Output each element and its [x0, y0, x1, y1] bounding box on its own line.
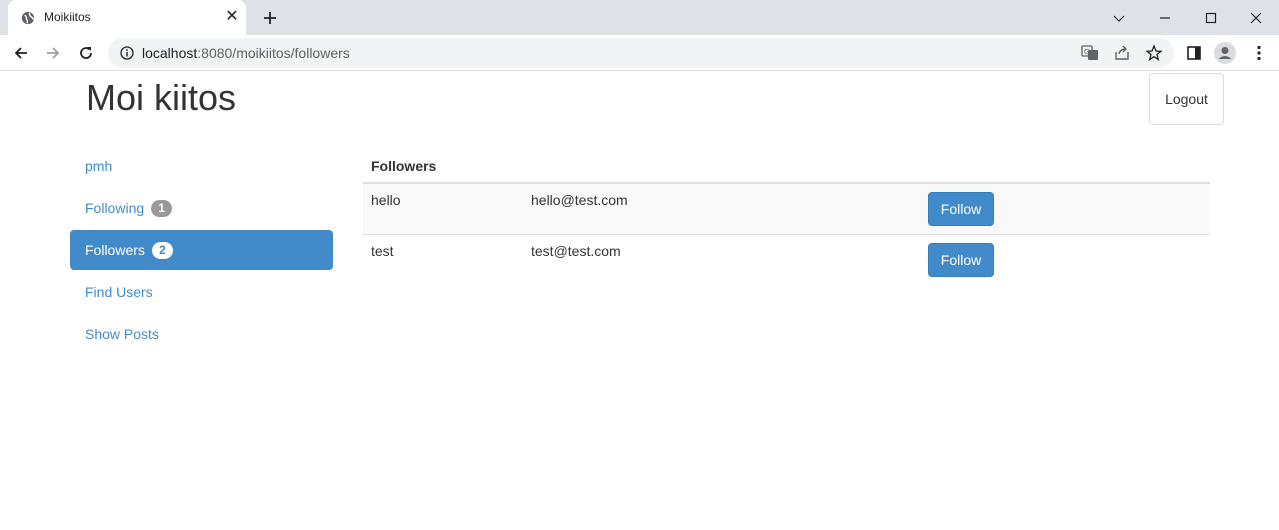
brand-title[interactable]: Moi kiitos	[86, 77, 236, 119]
follow-button[interactable]: Follow	[928, 243, 994, 277]
profile-icon[interactable]	[1214, 42, 1236, 64]
sidebar-item-label: Find Users	[85, 284, 153, 300]
column-header-empty	[523, 147, 920, 184]
follow-button[interactable]: Follow	[928, 192, 994, 226]
action-cell: Follow	[920, 234, 1210, 286]
browser-tab[interactable]: Moikiitos ✕	[8, 0, 246, 35]
follower-email: hello@test.com	[523, 182, 920, 235]
side-panel-icon[interactable]	[1183, 42, 1205, 64]
minimize-icon[interactable]	[1142, 0, 1188, 35]
sidebar-item-label: Show Posts	[85, 326, 159, 342]
follower-email: test@test.com	[523, 234, 920, 286]
url-text: localhost:8080/moikiitos/followers	[142, 45, 350, 61]
table-row: hello hello@test.com Follow	[363, 182, 1210, 235]
globe-icon	[21, 11, 35, 25]
table-header-row: Followers	[363, 147, 1210, 184]
svg-text:G: G	[1084, 48, 1089, 56]
page-content: Moi kiitos Logout pmh Following 1 Follow…	[0, 72, 1279, 530]
sidebar-item-label: pmh	[85, 158, 113, 174]
logout-button[interactable]: Logout	[1149, 73, 1224, 125]
maximize-icon[interactable]	[1188, 0, 1234, 35]
star-icon[interactable]	[1145, 44, 1163, 62]
menu-icon[interactable]	[1248, 42, 1270, 64]
column-header-empty	[920, 147, 1210, 184]
column-header: Followers	[363, 147, 523, 184]
plus-icon[interactable]	[260, 8, 280, 28]
tab-title: Moikiitos	[44, 10, 91, 24]
sidebar-item-following[interactable]: Following 1	[70, 188, 333, 228]
browser-toolbar: localhost:8080/moikiitos/followers G	[0, 35, 1279, 71]
sidebar-nav: pmh Following 1 Followers 2 Find Users S…	[70, 146, 333, 356]
forward-icon[interactable]	[40, 40, 66, 66]
sidebar-item-find-users[interactable]: Find Users	[70, 272, 333, 312]
sidebar-item-label: Followers	[85, 242, 145, 258]
count-badge: 1	[151, 199, 173, 217]
sidebar-item-label: Following	[85, 200, 145, 216]
followers-table: Followers hello hello@test.com Follow te…	[363, 147, 1210, 286]
chevron-down-icon[interactable]	[1096, 0, 1142, 35]
address-bar[interactable]: localhost:8080/moikiitos/followers G	[108, 38, 1174, 68]
action-cell: Follow	[920, 182, 1210, 235]
browser-tab-bar: Moikiitos ✕	[0, 0, 1279, 35]
reload-icon[interactable]	[73, 40, 99, 66]
follower-name: test	[363, 234, 523, 286]
window-close-icon[interactable]	[1233, 0, 1279, 35]
close-icon[interactable]: ✕	[224, 9, 240, 25]
table-row: test test@test.com Follow	[363, 234, 1210, 286]
info-icon[interactable]	[120, 46, 134, 60]
back-icon[interactable]	[8, 40, 34, 66]
url-path: :8080/moikiitos/followers	[197, 45, 350, 61]
follower-name: hello	[363, 182, 523, 235]
share-icon[interactable]	[1113, 44, 1131, 62]
sidebar-item-pmh[interactable]: pmh	[70, 146, 333, 186]
count-badge: 2	[151, 241, 173, 259]
sidebar-item-show-posts[interactable]: Show Posts	[70, 314, 333, 354]
url-host: localhost	[142, 45, 198, 61]
translate-icon[interactable]: G	[1081, 44, 1099, 62]
sidebar-item-followers[interactable]: Followers 2	[70, 230, 333, 270]
